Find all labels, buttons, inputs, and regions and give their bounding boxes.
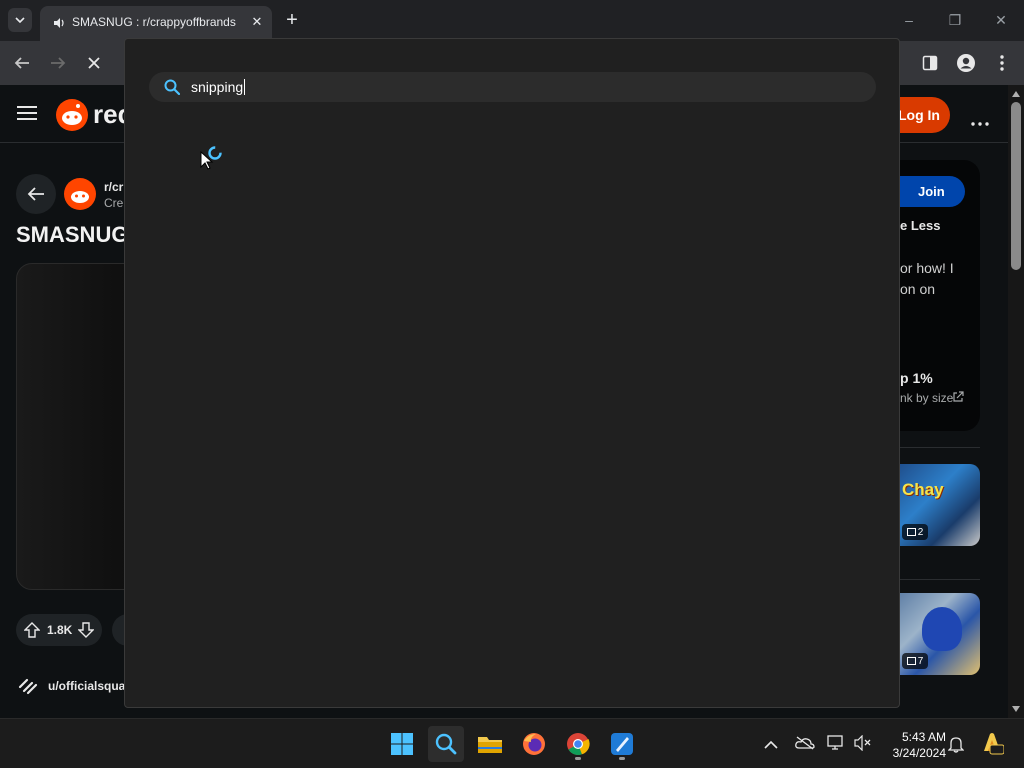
squarespace-icon [18,677,38,700]
chevron-down-icon [15,17,25,23]
side-panel-icon[interactable] [919,52,941,74]
gallery-count: 2 [917,526,924,538]
search-icon [435,733,457,755]
clock-time: 5:43 AM [901,730,946,744]
new-tab-button[interactable]: + [281,9,303,31]
reddit-logo-icon[interactable] [55,98,89,137]
login-label: Log In [898,107,940,123]
arrow-left-icon [27,187,44,201]
system-clock[interactable]: 5:43 AM 3/24/2024 [880,729,946,761]
sidebar-heading: e Less [900,218,941,233]
sidebar-text-line2: on on [900,281,936,297]
upvote-icon[interactable] [24,622,40,638]
mouse-cursor-icon [200,151,214,170]
volume-muted-icon[interactable] [854,734,872,756]
post-media[interactable] [16,263,128,590]
profile-icon[interactable] [955,52,977,74]
restore-button[interactable]: ❐ [944,9,966,31]
gallery-count-badge: 7 [902,653,928,669]
notification-bell-icon[interactable] [947,735,965,758]
search-icon [164,79,180,95]
gallery-count-badge: 2 [902,524,928,540]
chevron-up-icon[interactable] [764,737,778,755]
external-link-icon [952,390,964,408]
gallery-count: 7 [917,655,924,667]
gallery-icon [906,528,916,536]
onedrive-offline-icon[interactable] [795,736,815,755]
text-caret [244,79,245,95]
rank-title: p 1% [900,370,933,386]
related-post-thumbnail[interactable]: Chay 2 [898,464,980,546]
join-button[interactable]: Join [895,176,965,207]
rank-subtitle[interactable]: nk by size [900,391,953,405]
file-explorer-icon [478,737,502,753]
windows-start-icon [391,733,413,755]
start-button[interactable] [384,726,420,762]
scroll-up-icon[interactable] [1012,91,1020,97]
back-icon[interactable] [11,52,33,74]
join-label: Join [918,184,945,199]
scrollbar-thumb[interactable] [1011,102,1021,270]
downvote-icon[interactable] [78,622,94,638]
vote-count: 1.8K [47,623,73,637]
more-options-icon[interactable] [971,113,989,131]
search-query: snipping [191,79,244,95]
search-input[interactable]: snipping [149,72,876,102]
taskbar-search-button[interactable] [428,726,464,762]
forward-icon[interactable] [47,52,69,74]
file-explorer-button[interactable] [472,726,508,762]
gallery-icon [906,657,916,665]
subreddit-name[interactable]: r/cr [104,180,123,194]
chrome-icon [567,733,590,756]
clock-date: 3/24/2024 [892,746,946,760]
post-meta: Cre [104,196,124,210]
promoted-author[interactable]: u/officialsquar [48,679,130,693]
scroll-down-icon[interactable] [1012,706,1020,712]
windows-taskbar: 5:43 AM 3/24/2024 [0,718,1024,768]
firefox-icon [523,733,545,755]
sidebar-text-line1: or how! I [900,260,954,276]
browser-tab[interactable]: SMASNUG : r/crappyoffbrands ✕ [40,6,272,41]
running-indicator [575,757,581,760]
tab-strip: SMASNUG : r/crappyoffbrands ✕ + – ❐ ✕ [0,0,1024,41]
paint-button[interactable] [604,726,640,762]
post-title: SMASNUG [16,222,129,247]
close-window-button[interactable]: ✕ [990,9,1012,31]
minimize-button[interactable]: – [898,9,920,31]
firefox-button[interactable] [516,726,552,762]
back-to-feed-button[interactable] [16,174,56,214]
subreddit-avatar[interactable] [64,178,96,215]
copilot-preview-icon[interactable] [980,731,1005,760]
related-post-thumbnail[interactable]: 7 [898,593,980,675]
vote-bar: 1.8K [16,614,102,646]
hamburger-icon[interactable] [17,105,37,126]
browser-menu-icon[interactable] [991,52,1013,74]
paint-icon [611,733,633,755]
running-indicator [619,757,625,760]
speaker-icon [54,18,64,28]
stop-loading-icon[interactable] [83,52,105,74]
windows-search-panel: snipping [124,38,900,708]
tab-close-icon[interactable]: ✕ [248,13,266,31]
tab-search-button[interactable] [8,8,32,32]
network-icon[interactable] [827,735,845,756]
chrome-button[interactable] [560,726,596,762]
tab-title: SMASNUG : r/crappyoffbrands [72,15,236,29]
